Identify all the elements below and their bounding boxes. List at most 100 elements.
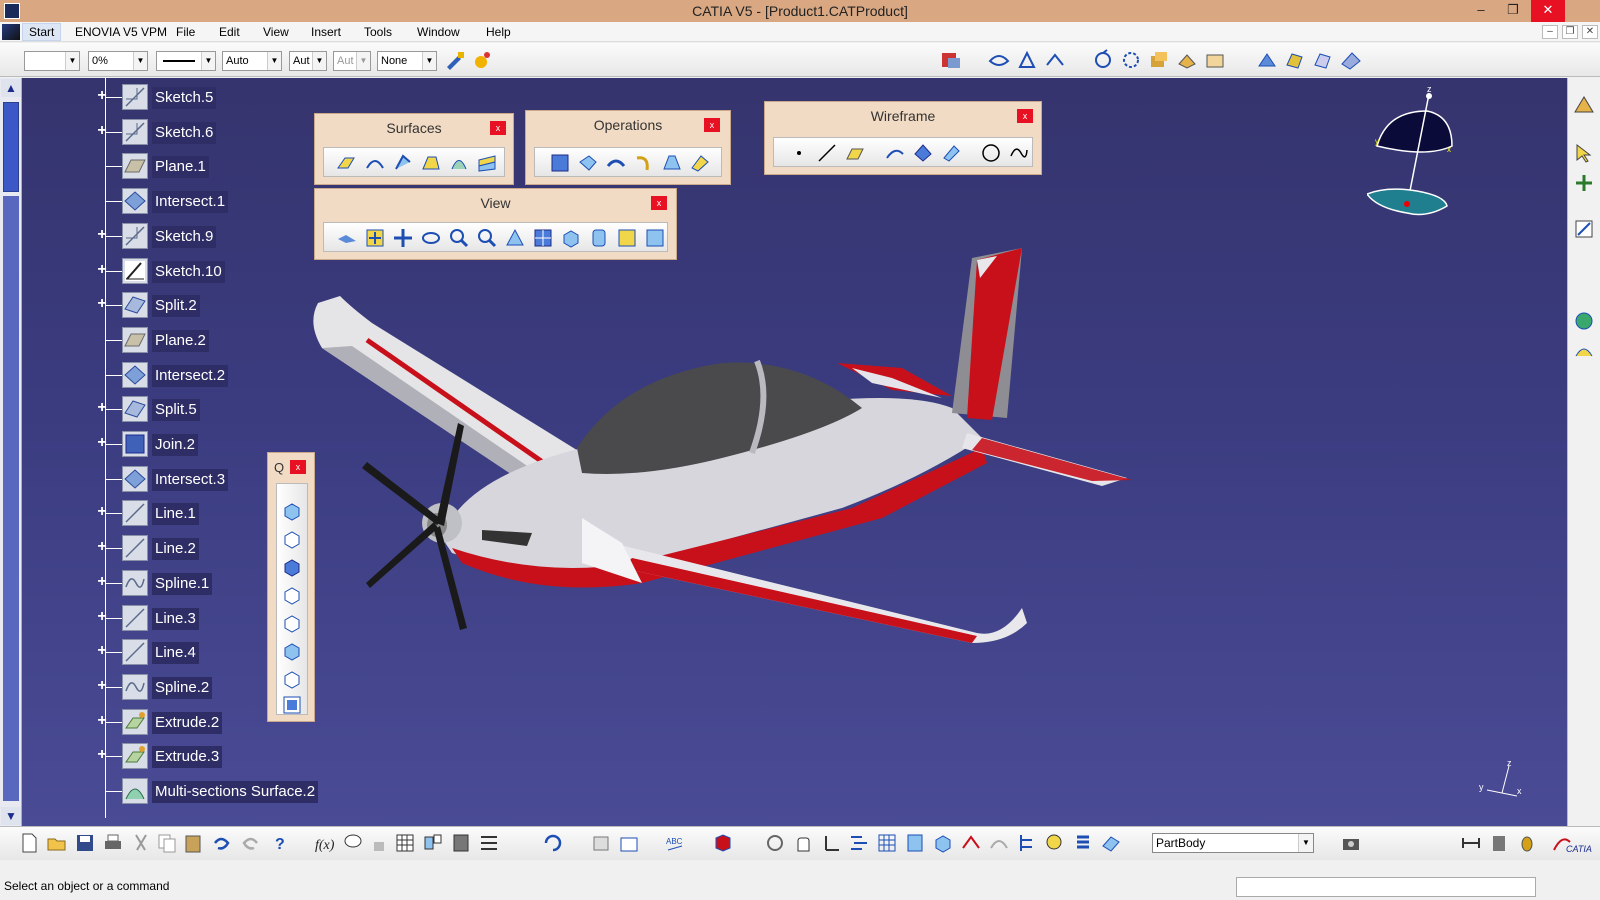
sketch-icon[interactable] [122, 118, 148, 145]
geometrical-set-icon[interactable] [618, 832, 640, 854]
spline-icon[interactable] [122, 569, 148, 596]
scan-icon[interactable] [904, 832, 926, 854]
menu-file[interactable]: File [176, 25, 195, 39]
hide-show-view-icon[interactable] [616, 227, 638, 249]
formula-icon[interactable]: f(x) [314, 832, 336, 854]
intersect-icon[interactable] [122, 188, 148, 215]
design-table-icon[interactable] [422, 832, 444, 854]
mdi-close-button[interactable]: ✕ [1582, 25, 1598, 39]
rotate-view-icon[interactable] [420, 227, 442, 249]
scroll-track[interactable] [3, 196, 19, 801]
surfaces-close-button[interactable]: x [490, 121, 506, 135]
tree-node-label[interactable]: Line.1 [152, 503, 199, 526]
tree-node-label[interactable]: Extrude.3 [152, 746, 223, 769]
sphere-surface-icon[interactable] [392, 152, 414, 174]
multi-sections-surface-icon[interactable] [122, 778, 148, 804]
projection-icon[interactable] [884, 142, 906, 164]
grab-hand-icon[interactable] [792, 832, 814, 854]
intersection-icon[interactable] [912, 142, 934, 164]
cut-icon[interactable] [130, 832, 152, 854]
menu-tools[interactable]: Tools [364, 25, 392, 39]
grid-icon[interactable] [876, 832, 898, 854]
scroll-up-arrow-icon[interactable]: ▲ [1, 79, 21, 97]
law-icon[interactable] [1573, 340, 1595, 362]
print-icon[interactable] [102, 832, 124, 854]
tree-node-label[interactable]: Sketch.10 [152, 260, 225, 283]
body-icon[interactable] [590, 832, 612, 854]
lock-icon[interactable] [368, 832, 390, 854]
measure-item-icon[interactable] [1488, 832, 1510, 854]
snap-icon[interactable] [1573, 172, 1595, 194]
quick-view-icon[interactable] [1148, 49, 1170, 71]
front-view-icon[interactable] [281, 528, 303, 553]
minimize-button[interactable]: – [1466, 0, 1496, 22]
tree-node-label[interactable]: Sketch.6 [152, 121, 217, 144]
axis-system-icon[interactable] [820, 832, 842, 854]
table-icon[interactable] [394, 832, 416, 854]
wireframe-toolbar[interactable]: Wireframe x [764, 101, 1042, 175]
spline-icon[interactable] [1008, 142, 1030, 164]
circle-icon[interactable] [980, 142, 1002, 164]
line-icon[interactable] [122, 535, 148, 562]
swap-space-icon[interactable] [644, 227, 666, 249]
menu-enovia[interactable]: ENOVIA V5 VPM [75, 25, 167, 39]
knowledge-advisor-icon[interactable] [342, 832, 364, 854]
document-icon[interactable] [2, 24, 20, 40]
line-icon[interactable] [122, 604, 148, 631]
normal-view-icon[interactable] [1120, 49, 1142, 71]
paste-icon[interactable] [182, 832, 204, 854]
line-icon[interactable] [122, 639, 148, 666]
iso-view-icon[interactable] [560, 227, 582, 249]
join-icon[interactable] [549, 152, 571, 174]
thickness-select[interactable]: Auto ▼ [222, 51, 282, 71]
layer-select[interactable]: None ▼ [377, 51, 437, 71]
multi-view-icon[interactable] [532, 227, 554, 249]
catalog-browser-icon[interactable] [450, 832, 472, 854]
plane-icon[interactable] [844, 142, 866, 164]
near-icon[interactable] [689, 152, 711, 174]
color-select[interactable]: ▼ [24, 51, 80, 71]
bottom-view-icon[interactable] [281, 668, 303, 693]
whats-this-icon[interactable]: ? [270, 832, 292, 854]
pan-icon[interactable] [1044, 49, 1066, 71]
select-icon[interactable] [1573, 142, 1595, 164]
tree-node-label[interactable]: Line.3 [152, 607, 199, 630]
hierarchy-icon[interactable] [1016, 832, 1038, 854]
tree-node-label[interactable]: Line.4 [152, 642, 199, 665]
rotate-model-icon[interactable] [764, 832, 786, 854]
shading-mode-icon[interactable] [588, 227, 610, 249]
open-folder-icon[interactable] [46, 832, 68, 854]
sketch-icon[interactable] [122, 222, 148, 249]
restore-button[interactable]: ❐ [1498, 0, 1528, 22]
plane-icon[interactable] [122, 326, 148, 353]
point-symbol-select[interactable]: Aut ▼ [289, 51, 327, 71]
wrap-icon[interactable] [1573, 310, 1595, 332]
transparency-select[interactable]: 0% ▼ [88, 51, 148, 71]
workbench-icon[interactable] [1572, 94, 1594, 116]
isometric-view-icon[interactable] [281, 500, 303, 525]
rotate-icon[interactable] [1092, 49, 1114, 71]
quick-view-close-button[interactable]: x [290, 460, 306, 474]
split-icon[interactable] [122, 292, 148, 319]
extrude-icon[interactable] [122, 743, 148, 770]
named-views-icon[interactable] [281, 694, 303, 719]
zoom-out-icon[interactable] [476, 227, 498, 249]
spline-icon[interactable] [122, 673, 148, 700]
draft-analysis-icon[interactable] [1044, 832, 1066, 854]
hide-show-icon[interactable] [1204, 49, 1226, 71]
fit-all-in-icon[interactable] [1016, 49, 1038, 71]
menu-edit[interactable]: Edit [219, 25, 240, 39]
line-icon[interactable] [122, 500, 148, 527]
plane-icon[interactable] [122, 153, 148, 180]
compass-icon[interactable]: z y x [1367, 86, 1487, 226]
tree-node-label[interactable]: Intersect.1 [152, 191, 229, 214]
save-icon[interactable] [74, 832, 96, 854]
stack-icon[interactable] [1072, 832, 1094, 854]
quick-view-toolbar[interactable]: Q x [267, 452, 315, 722]
measure-inertia-icon[interactable] [1516, 832, 1538, 854]
multi-sections-icon[interactable] [448, 152, 470, 174]
view-toolbar[interactable]: View x [314, 188, 677, 260]
undo-icon[interactable] [210, 832, 232, 854]
copy-icon[interactable] [156, 832, 178, 854]
sketcher-icon[interactable] [1573, 218, 1595, 240]
